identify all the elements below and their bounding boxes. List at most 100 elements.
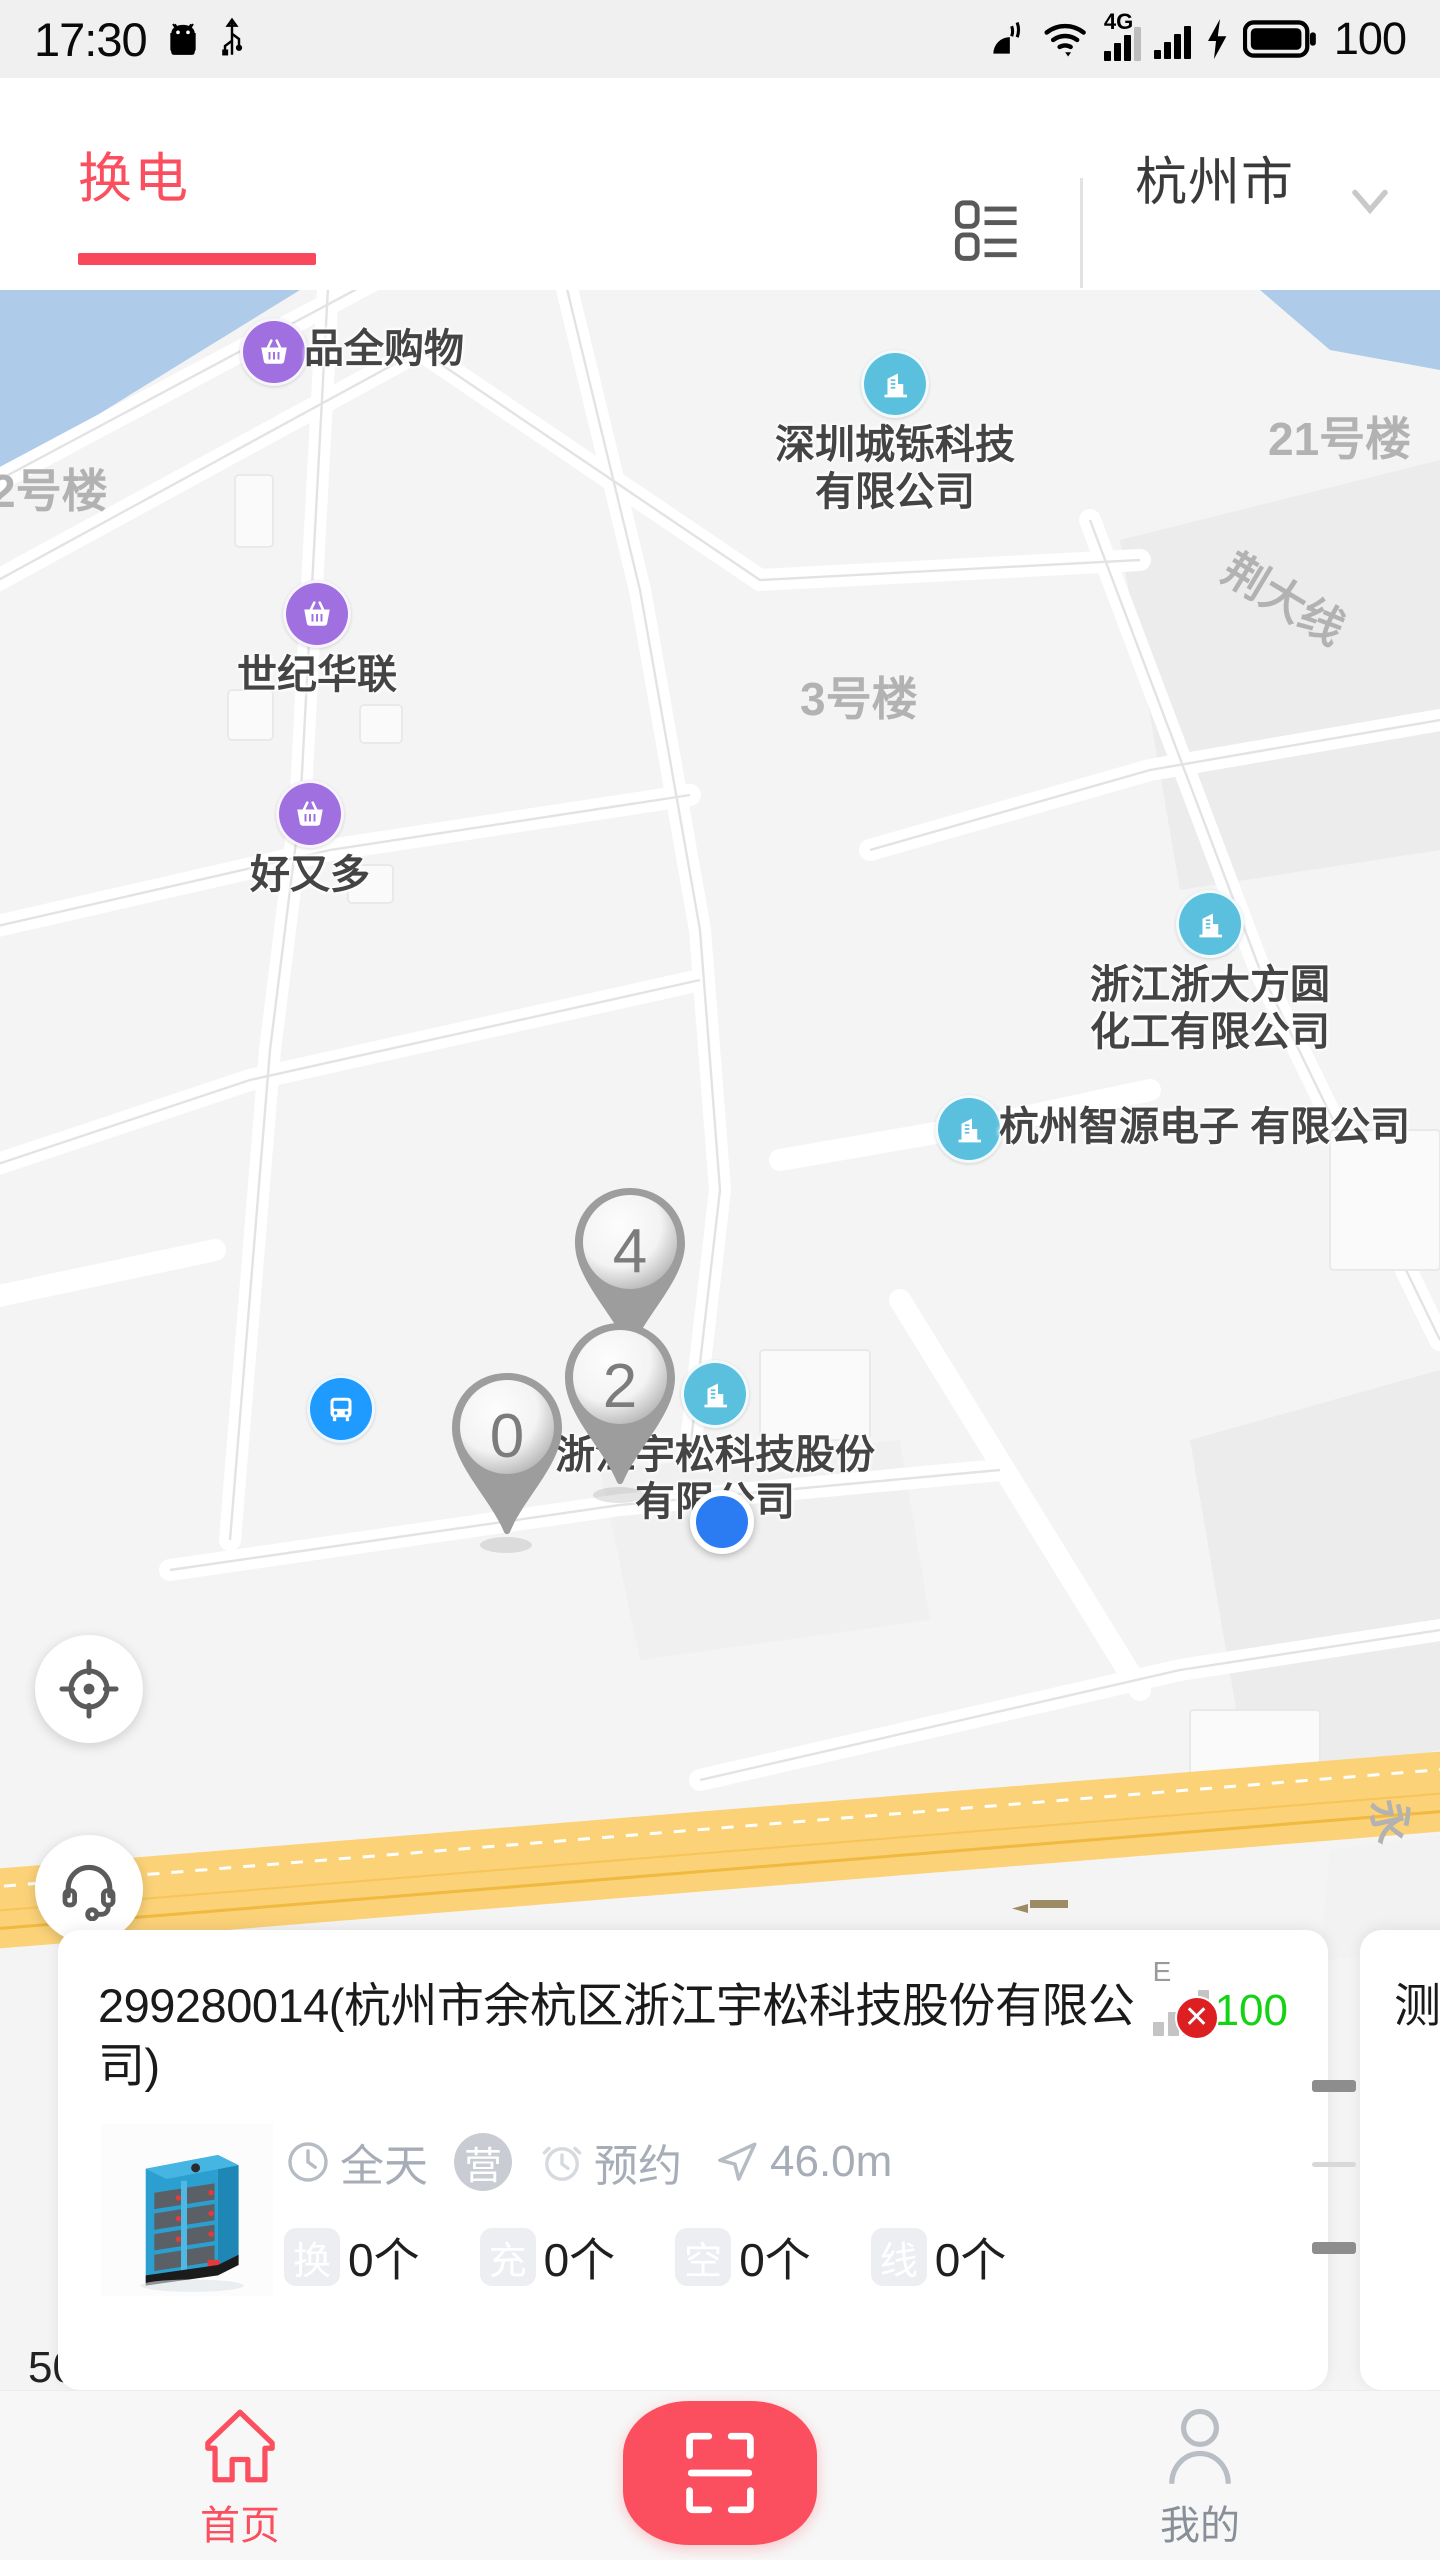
- locate-me-button[interactable]: [35, 1635, 143, 1743]
- clock-icon: [288, 2142, 328, 2183]
- wifi-icon: [1044, 23, 1086, 57]
- station-card-body: 全天 营 预约 46.0m 换 0个 充 0个 空 0个 线 0个: [98, 2122, 1288, 2298]
- city-selector-label[interactable]: 杭州市: [1135, 140, 1294, 215]
- battery-swap-cabinet-photo: [101, 2124, 273, 2297]
- cellular-signal-4g-icon: 4G: [1103, 11, 1141, 61]
- charging-bolt-icon: [1207, 19, 1227, 59]
- chevron-down-icon[interactable]: [1340, 170, 1400, 235]
- station-distance-label: 46.0m: [770, 2137, 893, 2187]
- office-building-icon: [861, 350, 929, 418]
- peek-placeholder-line: [1312, 2242, 1356, 2254]
- stat-charge-key: 充: [479, 2228, 536, 2287]
- office-building-icon: [1176, 890, 1244, 958]
- stat-swap-key: 换: [284, 2228, 340, 2287]
- tab-profile-label: 我的: [1160, 2504, 1240, 2548]
- alarm-clock-icon: [542, 2147, 582, 2182]
- station-card-details: 全天 营 预约 46.0m 换 0个 充 0个 空 0个 线 0个: [276, 2130, 1288, 2290]
- station-distance: 46.0m: [712, 2137, 892, 2187]
- station-stats-row: 换 0个 充 0个 空 0个 线 0个: [284, 2224, 1288, 2290]
- stat-swap-value: 0个: [348, 2234, 420, 2287]
- stat-empty-key: 空: [675, 2228, 732, 2287]
- map-poi-label: 好又多: [250, 853, 370, 897]
- station-signal-indicator: E ✕ 100: [1152, 1956, 1288, 2040]
- peek-placeholder-line: [1312, 2080, 1356, 2092]
- stat-empty: 空 0个: [675, 2224, 811, 2290]
- map-poi-label: 浙江浙大方圆 化工有限公司: [1090, 963, 1330, 1055]
- bottom-tab-bar: 首页 我的: [0, 2390, 1440, 2560]
- station-cluster-count: 4: [612, 1217, 648, 1286]
- map-poi-label: 深圳城铄科技 有限公司: [775, 423, 1015, 515]
- qr-scan-icon: [686, 2432, 754, 2514]
- stat-swap: 换 0个: [284, 2224, 420, 2290]
- status-bar-right-icons: 4G 100: [986, 11, 1407, 65]
- tab-home[interactable]: 首页: [0, 2391, 480, 2551]
- home-icon: [205, 2409, 275, 2483]
- street-label: 21号楼: [1268, 413, 1412, 465]
- cellular-signal-icon: [1153, 19, 1191, 59]
- signal-network-label: E: [1152, 1956, 1172, 1987]
- tab-swap-battery[interactable]: 换电: [78, 134, 190, 213]
- battery-percent: 100: [1333, 13, 1407, 64]
- stat-line-value: 0个: [934, 2234, 1007, 2287]
- stat-line: 线 0个: [870, 2224, 1007, 2290]
- signal-strength-value: 100: [1214, 1986, 1288, 2035]
- crosshair-locate-icon: [59, 1659, 119, 1719]
- user-location-dot: [690, 1490, 754, 1554]
- street-label: 3号楼: [800, 673, 918, 725]
- station-reserve-label: 预约: [594, 2142, 682, 2192]
- station-cluster-marker[interactable]: 0: [432, 1365, 582, 1555]
- stat-charge: 充 0个: [479, 2224, 616, 2290]
- tab-profile[interactable]: 我的: [960, 2391, 1440, 2551]
- operating-badge: 营: [454, 2133, 512, 2192]
- satellite-signal-icon: [993, 21, 1020, 54]
- stat-charge-value: 0个: [543, 2234, 616, 2287]
- station-card-header: 299280014(杭州市余杭区浙江宇松科技股份有限公司) E ✕ 100: [98, 1956, 1288, 2096]
- map-poi-label: 世纪华联: [237, 653, 397, 697]
- station-card-carousel[interactable]: 299280014(杭州市余杭区浙江宇松科技股份有限公司) E ✕ 100 全天…: [0, 1930, 1440, 2390]
- usb-icon: [221, 18, 242, 56]
- station-card-next[interactable]: 测: [1312, 1930, 1440, 2390]
- station-title-next: 测: [1394, 1979, 1440, 2032]
- app-header: 换电 杭州市: [0, 78, 1440, 290]
- shopping-basket-icon: [283, 580, 351, 648]
- station-hours-label: 全天: [340, 2142, 428, 2192]
- station-title: 299280014(杭州市余杭区浙江宇松科技股份有限公司): [98, 1979, 1135, 2093]
- signal-error-icon: ✕: [1174, 1996, 1219, 2040]
- headset-support-icon: [62, 1864, 116, 1921]
- map-poi[interactable]: 品全购物: [240, 318, 464, 386]
- bus-stop-icon: [307, 1375, 375, 1443]
- shopping-basket-icon: [240, 318, 308, 386]
- stat-line-key: 线: [870, 2228, 927, 2287]
- station-thumbnail: [98, 2122, 276, 2298]
- header-divider: [1080, 178, 1083, 288]
- list-view-icon[interactable]: [950, 193, 1024, 267]
- status-bar-time: 17:30: [34, 12, 148, 66]
- status-bar-left-icons: [163, 18, 247, 60]
- person-icon: [1169, 2408, 1231, 2484]
- map-poi-bus-stop[interactable]: [307, 1375, 375, 1443]
- station-meta-row: 全天 营 预约 46.0m: [284, 2130, 1288, 2194]
- map-poi[interactable]: 浙江浙大方圆 化工有限公司: [1090, 890, 1330, 1056]
- office-building-icon: [935, 1095, 1003, 1163]
- customer-support-button[interactable]: [35, 1835, 143, 1943]
- status-bar: 17:30 4G 100: [0, 0, 1440, 78]
- android-robot-icon: [169, 23, 196, 55]
- street-label: 2号楼: [0, 465, 108, 517]
- map-poi-label: 品全购物: [304, 327, 464, 371]
- scan-qr-button[interactable]: [623, 2401, 817, 2545]
- shopping-basket-icon: [276, 780, 344, 848]
- station-card[interactable]: 299280014(杭州市余杭区浙江宇松科技股份有限公司) E ✕ 100 全天…: [58, 1930, 1328, 2390]
- tab-active-indicator: [78, 253, 316, 265]
- map-poi[interactable]: 世纪华联: [237, 580, 397, 699]
- station-reserve: 预约: [538, 2130, 682, 2194]
- navigation-arrow-icon: [718, 2142, 757, 2182]
- station-hours: 全天: [284, 2130, 428, 2194]
- map-poi[interactable]: 好又多: [250, 780, 370, 899]
- map-poi[interactable]: 深圳城铄科技 有限公司: [775, 350, 1015, 516]
- map-poi[interactable]: 杭州智源电子 有限公司: [935, 1095, 1410, 1163]
- station-cluster-count: 0: [489, 1402, 525, 1471]
- stat-empty-value: 0个: [739, 2234, 811, 2287]
- peek-placeholder-line: [1312, 2162, 1356, 2167]
- tab-home-label: 首页: [200, 2504, 280, 2548]
- map-poi-label: 杭州智源电子 有限公司: [999, 1105, 1411, 1149]
